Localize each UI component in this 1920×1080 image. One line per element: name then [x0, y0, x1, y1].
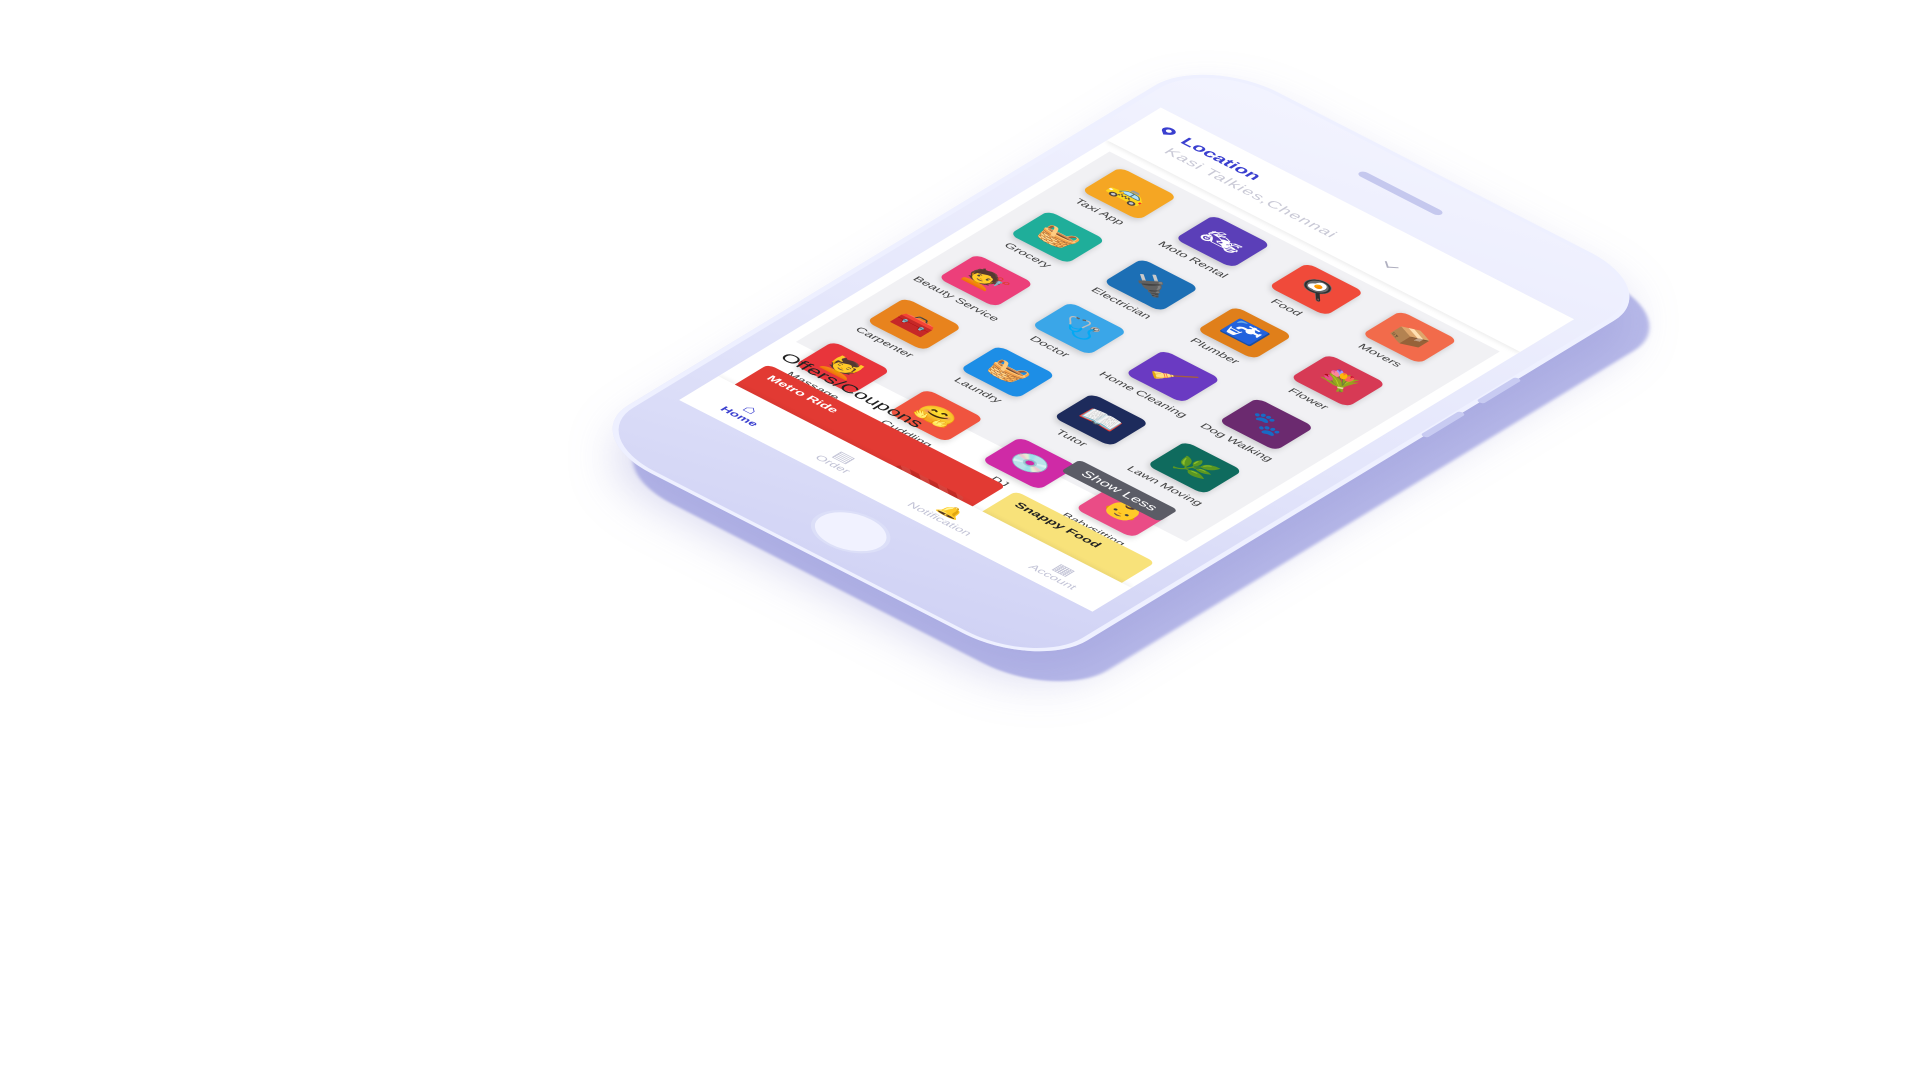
nav-home[interactable]: ⌂ Home — [718, 397, 775, 428]
earpiece-speaker — [1356, 170, 1445, 217]
location-pin-icon — [1160, 126, 1177, 136]
phone-device: Location Kasi Talkies,Chennai 🚕 Taxi App 🏍… — [577, 55, 1665, 671]
nav-order[interactable]: ▤ Order — [812, 445, 866, 475]
home-hardware-button[interactable] — [795, 501, 906, 563]
app-screen: Location Kasi Talkies,Chennai 🚕 Taxi App 🏍… — [679, 107, 1575, 612]
device-stage: Location Kasi Talkies,Chennai 🚕 Taxi App 🏍… — [0, 0, 1920, 1080]
chevron-down-icon[interactable] — [1384, 261, 1399, 269]
